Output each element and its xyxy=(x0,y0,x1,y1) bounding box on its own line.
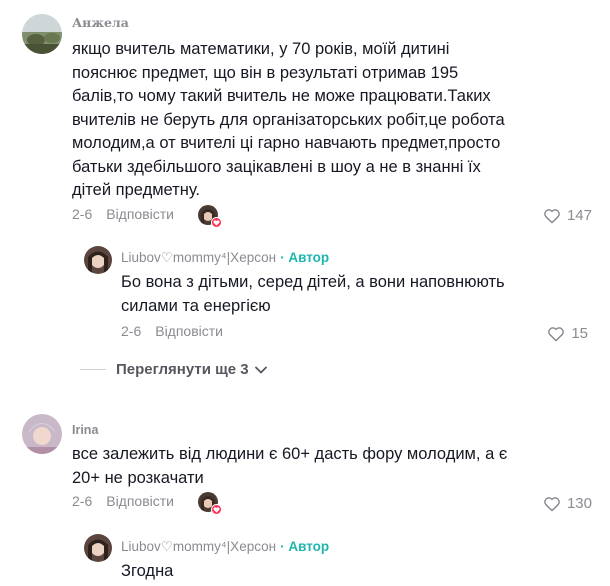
reply-button[interactable]: Відповісти xyxy=(106,206,174,222)
reply-date: 2-6 xyxy=(121,323,142,339)
heart-outline-icon xyxy=(544,208,560,223)
view-more-replies-button[interactable]: Переглянути ще 3 xyxy=(80,361,267,378)
like-button[interactable]: 15 xyxy=(547,325,588,342)
heart-outline-icon xyxy=(548,326,565,341)
avatar[interactable] xyxy=(22,14,62,54)
reply-username-text: Liubov♡mommy⁴|Херсон xyxy=(121,250,277,265)
reply-button[interactable]: Відповісти xyxy=(155,323,223,339)
author-badge: · Автор xyxy=(280,250,330,265)
like-button[interactable]: 147 xyxy=(543,207,592,224)
creator-liked-avatar xyxy=(198,492,222,515)
heart-outline-icon xyxy=(544,496,560,511)
comment-username[interactable]: Анжела xyxy=(72,15,129,30)
reply-text: Бо вона з дітьми, серед дітей, а вони на… xyxy=(121,273,505,315)
reply-button[interactable]: Відповісти xyxy=(106,493,174,509)
reply-meta: 2-6 Відповісти xyxy=(121,323,223,339)
comment-username[interactable]: Irina xyxy=(72,423,98,437)
comment-meta: 2-6 Відповісти xyxy=(72,493,174,509)
comment-text: все залежить від людини є 60+ дасть фору… xyxy=(72,445,508,487)
chevron-down-icon xyxy=(254,366,267,373)
view-more-label: Переглянути ще 3 xyxy=(116,361,249,378)
like-count: 130 xyxy=(566,495,592,512)
reply-username[interactable]: Liubov♡mommy⁴|Херсон · Автор xyxy=(121,250,329,266)
comment-text: якщо вчитель математики, у 70 років, мої… xyxy=(72,40,505,199)
reply-username[interactable]: Liubov♡mommy⁴|Херсон · Автор xyxy=(121,539,329,555)
avatar[interactable] xyxy=(84,246,112,274)
heart-badge-icon xyxy=(211,217,222,228)
comment-meta: 2-6 Відповісти xyxy=(72,206,174,222)
avatar[interactable] xyxy=(84,534,112,562)
like-count: 147 xyxy=(566,207,592,224)
like-count: 15 xyxy=(571,325,588,342)
reply-text: Згодна xyxy=(121,562,174,580)
heart-badge-icon xyxy=(211,504,222,515)
reply-username-text: Liubov♡mommy⁴|Херсон xyxy=(121,539,277,554)
comment-date: 2-6 xyxy=(72,493,93,509)
author-badge: · Автор xyxy=(280,539,330,554)
avatar[interactable] xyxy=(22,414,62,454)
divider xyxy=(80,369,106,370)
comment-date: 2-6 xyxy=(72,206,93,222)
creator-liked-avatar xyxy=(198,205,222,228)
like-button[interactable]: 130 xyxy=(543,495,592,512)
